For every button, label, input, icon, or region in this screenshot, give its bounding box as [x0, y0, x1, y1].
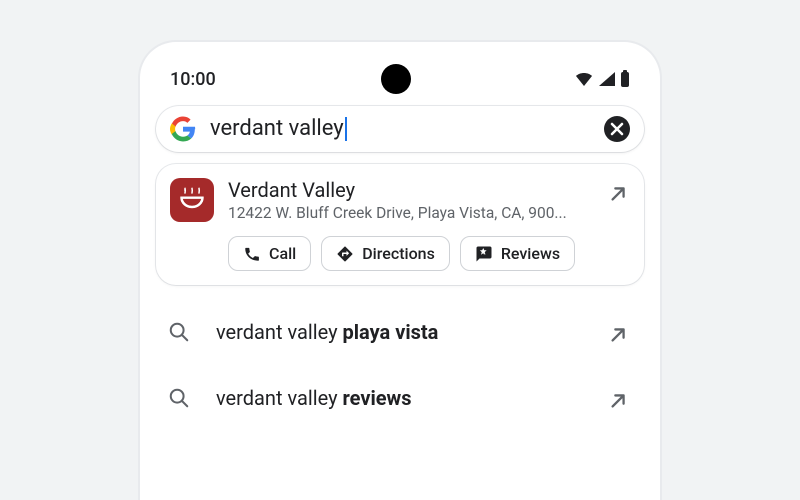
- suggestion-prefix: verdant valley: [216, 386, 343, 410]
- wifi-icon: [574, 71, 594, 87]
- search-suggestions: verdant valley playa vista verdant valle…: [156, 299, 644, 431]
- search-bar[interactable]: verdant valley: [156, 106, 644, 152]
- insert-query-arrow-icon[interactable]: [608, 389, 630, 411]
- text-cursor: [345, 117, 347, 141]
- suggestion-text: verdant valley reviews: [216, 386, 588, 410]
- insert-query-arrow-icon[interactable]: [608, 182, 630, 204]
- search-icon: [162, 315, 196, 349]
- suggestion-highlight: reviews: [343, 386, 412, 410]
- camera-cutout: [381, 64, 411, 94]
- close-icon: [610, 122, 624, 136]
- suggestion-row[interactable]: verdant valley reviews: [156, 365, 644, 431]
- call-chip[interactable]: Call: [228, 236, 311, 271]
- result-title: Verdant Valley: [228, 178, 594, 202]
- status-bar: 10:00: [156, 58, 644, 106]
- status-icons: [415, 70, 630, 88]
- status-time: 10:00: [170, 69, 385, 90]
- search-input[interactable]: verdant valley: [210, 116, 604, 141]
- directions-chip[interactable]: Directions: [321, 236, 450, 271]
- result-header: Verdant Valley 12422 W. Bluff Creek Driv…: [170, 178, 630, 222]
- insert-query-arrow-icon[interactable]: [608, 323, 630, 345]
- google-logo-icon: [170, 116, 196, 142]
- call-chip-label: Call: [269, 244, 296, 263]
- place-result-card[interactable]: Verdant Valley 12422 W. Bluff Creek Driv…: [156, 164, 644, 285]
- reviews-chip-label: Reviews: [501, 244, 560, 263]
- suggestion-row[interactable]: verdant valley playa vista: [156, 299, 644, 365]
- suggestion-prefix: verdant valley: [216, 320, 343, 344]
- directions-chip-label: Directions: [362, 244, 435, 263]
- signal-icon: [598, 71, 616, 87]
- action-chips: Call Directions Reviews: [228, 236, 630, 271]
- reviews-icon: [475, 245, 493, 263]
- suggestion-text: verdant valley playa vista: [216, 320, 588, 344]
- directions-icon: [336, 245, 354, 263]
- search-icon: [162, 381, 196, 415]
- search-query-text: verdant valley: [210, 116, 344, 141]
- phone-frame: 10:00 verdant valley: [140, 42, 660, 500]
- bowl-icon: [178, 186, 206, 214]
- battery-icon: [620, 70, 630, 88]
- clear-search-button[interactable]: [604, 116, 630, 142]
- result-address: 12422 W. Bluff Creek Drive, Playa Vista,…: [228, 204, 594, 222]
- reviews-chip[interactable]: Reviews: [460, 236, 575, 271]
- result-text: Verdant Valley 12422 W. Bluff Creek Driv…: [228, 178, 594, 222]
- suggestion-highlight: playa vista: [343, 320, 439, 344]
- place-category-icon: [170, 178, 214, 222]
- phone-icon: [243, 245, 261, 263]
